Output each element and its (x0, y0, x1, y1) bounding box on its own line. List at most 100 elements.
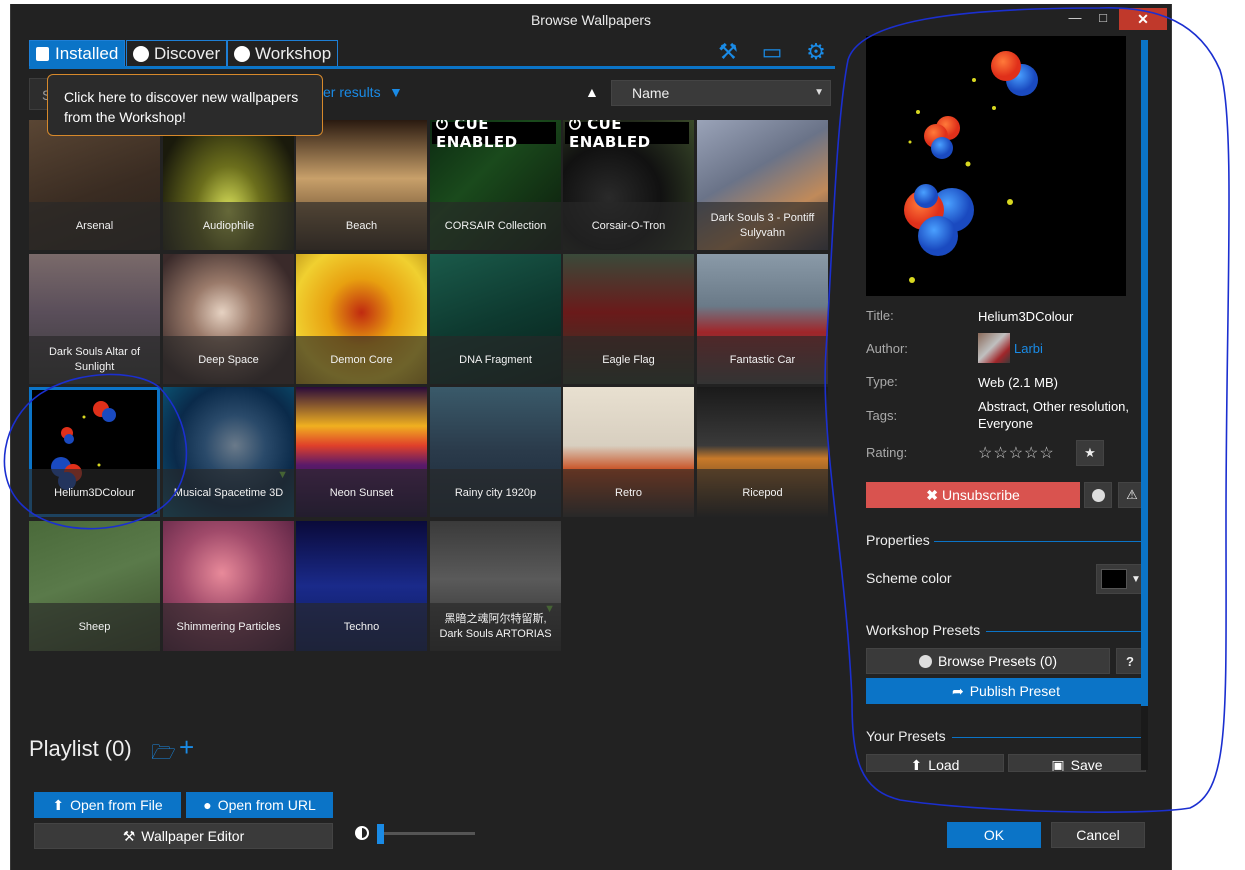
discover-tooltip: Click here to discover new wallpapers fr… (47, 74, 323, 136)
tags-label: Tags: (866, 408, 898, 423)
load-button[interactable]: ⬆ Load (866, 754, 1004, 772)
wallpaper-tile[interactable]: Rainy city 1920p (430, 387, 561, 517)
wallpaper-tile[interactable]: Helium3DColour (29, 387, 160, 517)
upload-icon: ⬆ (52, 796, 65, 813)
tools-icon[interactable]: ⚒ (715, 40, 741, 64)
compass-icon (133, 45, 149, 62)
playlist-heading: Playlist (0) (29, 736, 132, 761)
globe-icon: ● (203, 797, 212, 813)
wallpaper-tile[interactable]: ⏻ CUE ENABLED CORSAIR Collection (430, 120, 561, 250)
wallpaper-tile[interactable]: Dark Souls Altar of Sunlight (29, 254, 160, 384)
wallpaper-tile[interactable]: ▼黑暗之魂阿尔特留斯, Dark Souls ARTORIAS (430, 521, 561, 651)
close-icon: ✖ (926, 486, 938, 503)
sort-direction-icon[interactable]: ▲ (585, 84, 599, 100)
open-from-file-button[interactable]: ⬆ Open from File (34, 792, 181, 818)
wallpaper-tile-label: Eagle Flag (563, 336, 694, 384)
wallpaper-tile-label: Retro (563, 469, 694, 517)
save-button[interactable]: ▣ Save (1008, 754, 1146, 772)
author-label: Author: (866, 341, 908, 356)
gear-icon[interactable]: ⚙ (803, 40, 829, 64)
wallpaper-tile[interactable]: Demon Core (296, 254, 427, 384)
wallpaper-tile[interactable]: Techno (296, 521, 427, 651)
folder-open-icon[interactable]: 🗁 (151, 738, 176, 772)
open-from-url-button[interactable]: ● Open from URL (186, 792, 333, 818)
wallpaper-tile-label: Musical Spacetime 3D (163, 469, 294, 517)
wallpaper-tile[interactable]: Sheep (29, 521, 160, 651)
cue-enabled-badge: ⏻ CUE ENABLED (565, 120, 689, 151)
workshop-presets-divider (986, 631, 1146, 632)
browse-presets-button[interactable]: Browse Presets (0) (866, 648, 1110, 674)
wallpaper-tile[interactable]: Arsenal (29, 120, 160, 250)
steam-workshop-button[interactable] (1084, 482, 1112, 508)
wallpaper-tile[interactable]: Neon Sunset (296, 387, 427, 517)
details-scrollbar-thumb[interactable] (1141, 40, 1148, 706)
wallpaper-tile-label: Corsair-O-Tron (563, 202, 694, 250)
wallpaper-tile[interactable]: Fantastic Car (697, 254, 828, 384)
wallpaper-tile[interactable]: Shimmering Particles (163, 521, 294, 651)
monitor-icon[interactable]: ▭ (759, 40, 785, 64)
wallpaper-tile-label: Fantastic Car (697, 336, 828, 384)
type-label: Type: (866, 374, 898, 389)
preview-image (904, 51, 1038, 283)
details-scrollbar[interactable] (1141, 40, 1148, 770)
detail-type-row: Type: Web (2.1 MB) (866, 374, 1058, 390)
close-icon[interactable]: ✕ (1119, 8, 1167, 30)
wallpaper-tile[interactable]: DNA Fragment (430, 254, 561, 384)
wallpaper-tile-label: Rainy city 1920p (430, 469, 561, 517)
wallpaper-tile-label: Neon Sunset (296, 469, 427, 517)
chevron-down-icon: ▼ (1131, 573, 1141, 585)
wallpaper-tile-label: Demon Core (296, 336, 427, 384)
question-icon: ? (1126, 653, 1134, 669)
maximize-icon[interactable]: □ (1091, 8, 1115, 28)
tab-installed[interactable]: Installed (29, 40, 126, 67)
steam-icon (918, 654, 932, 668)
wallpaper-tile[interactable]: Deep Space (163, 254, 294, 384)
tab-discover[interactable]: Discover (126, 40, 228, 67)
type-value: Web (2.1 MB) (978, 375, 1058, 390)
author-link[interactable]: Larbi (1014, 341, 1043, 356)
upload-icon: ⬆ (910, 757, 923, 772)
publish-preset-button[interactable]: ➦ Publish Preset (866, 678, 1146, 704)
wallpaper-tile[interactable]: Eagle Flag (563, 254, 694, 384)
cue-enabled-badge: ⏻ CUE ENABLED (432, 120, 556, 151)
load-label: Load (928, 757, 960, 772)
tab-underline (29, 66, 835, 69)
unsubscribe-button[interactable]: ✖ Unsubscribe (866, 482, 1080, 508)
brightness-slider-thumb[interactable] (377, 824, 384, 844)
brightness-slider-track[interactable] (381, 832, 475, 835)
rating-label: Rating: (866, 445, 908, 460)
wallpaper-tile[interactable]: Audiophile (163, 120, 294, 250)
save-icon: ▣ (1051, 757, 1065, 772)
favorite-star-button[interactable]: ★ (1076, 440, 1104, 466)
sort-select[interactable]: Name ▼ (611, 80, 831, 106)
scheme-color-picker[interactable]: ▼ (1096, 564, 1146, 594)
wallpaper-tile[interactable]: ⏻ CUE ENABLED Corsair-O-Tron (563, 120, 694, 250)
detail-tags-row: Tags: Abstract, Other resolution, Everyo… (866, 399, 1129, 431)
wallpaper-tile[interactable]: Retro (563, 387, 694, 517)
wallpaper-editor-button[interactable]: ⚒ Wallpaper Editor (34, 823, 333, 849)
wallpaper-tile-label: Ricepod (697, 469, 828, 517)
wallpaper-tile-label: Dark Souls 3 - Pontiff Sulyvahn (697, 202, 828, 250)
wallpaper-tile-label: Deep Space (163, 336, 294, 384)
wallpaper-tile[interactable]: ▼Musical Spacetime 3D (163, 387, 294, 517)
help-button[interactable]: ? (1116, 648, 1144, 674)
your-presets-heading: Your Presets (866, 728, 946, 744)
wallpaper-tile[interactable]: Ricepod (697, 387, 828, 517)
filter-icon[interactable]: ▼ (389, 84, 403, 100)
wallpaper-tile[interactable]: Beach (296, 120, 427, 250)
wallpaper-preview (866, 36, 1126, 296)
ok-button[interactable]: OK (947, 822, 1041, 848)
cancel-button[interactable]: Cancel (1051, 822, 1145, 848)
tab-workshop[interactable]: Workshop (227, 40, 339, 67)
filter-results-link[interactable]: er results (323, 84, 381, 100)
wallpaper-tile-label: CORSAIR Collection (430, 202, 561, 250)
rating-stars[interactable]: ☆☆☆☆☆ (978, 443, 1055, 463)
avatar[interactable] (978, 333, 1010, 363)
detail-title-row: Title: Helium3DColour (866, 308, 1073, 324)
add-icon[interactable]: + (179, 732, 194, 763)
contrast-icon (355, 826, 369, 840)
tags-value: Abstract, Other resolution, Everyone (978, 399, 1130, 431)
minimize-icon[interactable]: — (1063, 8, 1087, 28)
detail-rating-row: Rating: ☆☆☆☆☆ (866, 445, 1054, 462)
wallpaper-tile[interactable]: Dark Souls 3 - Pontiff Sulyvahn (697, 120, 828, 250)
